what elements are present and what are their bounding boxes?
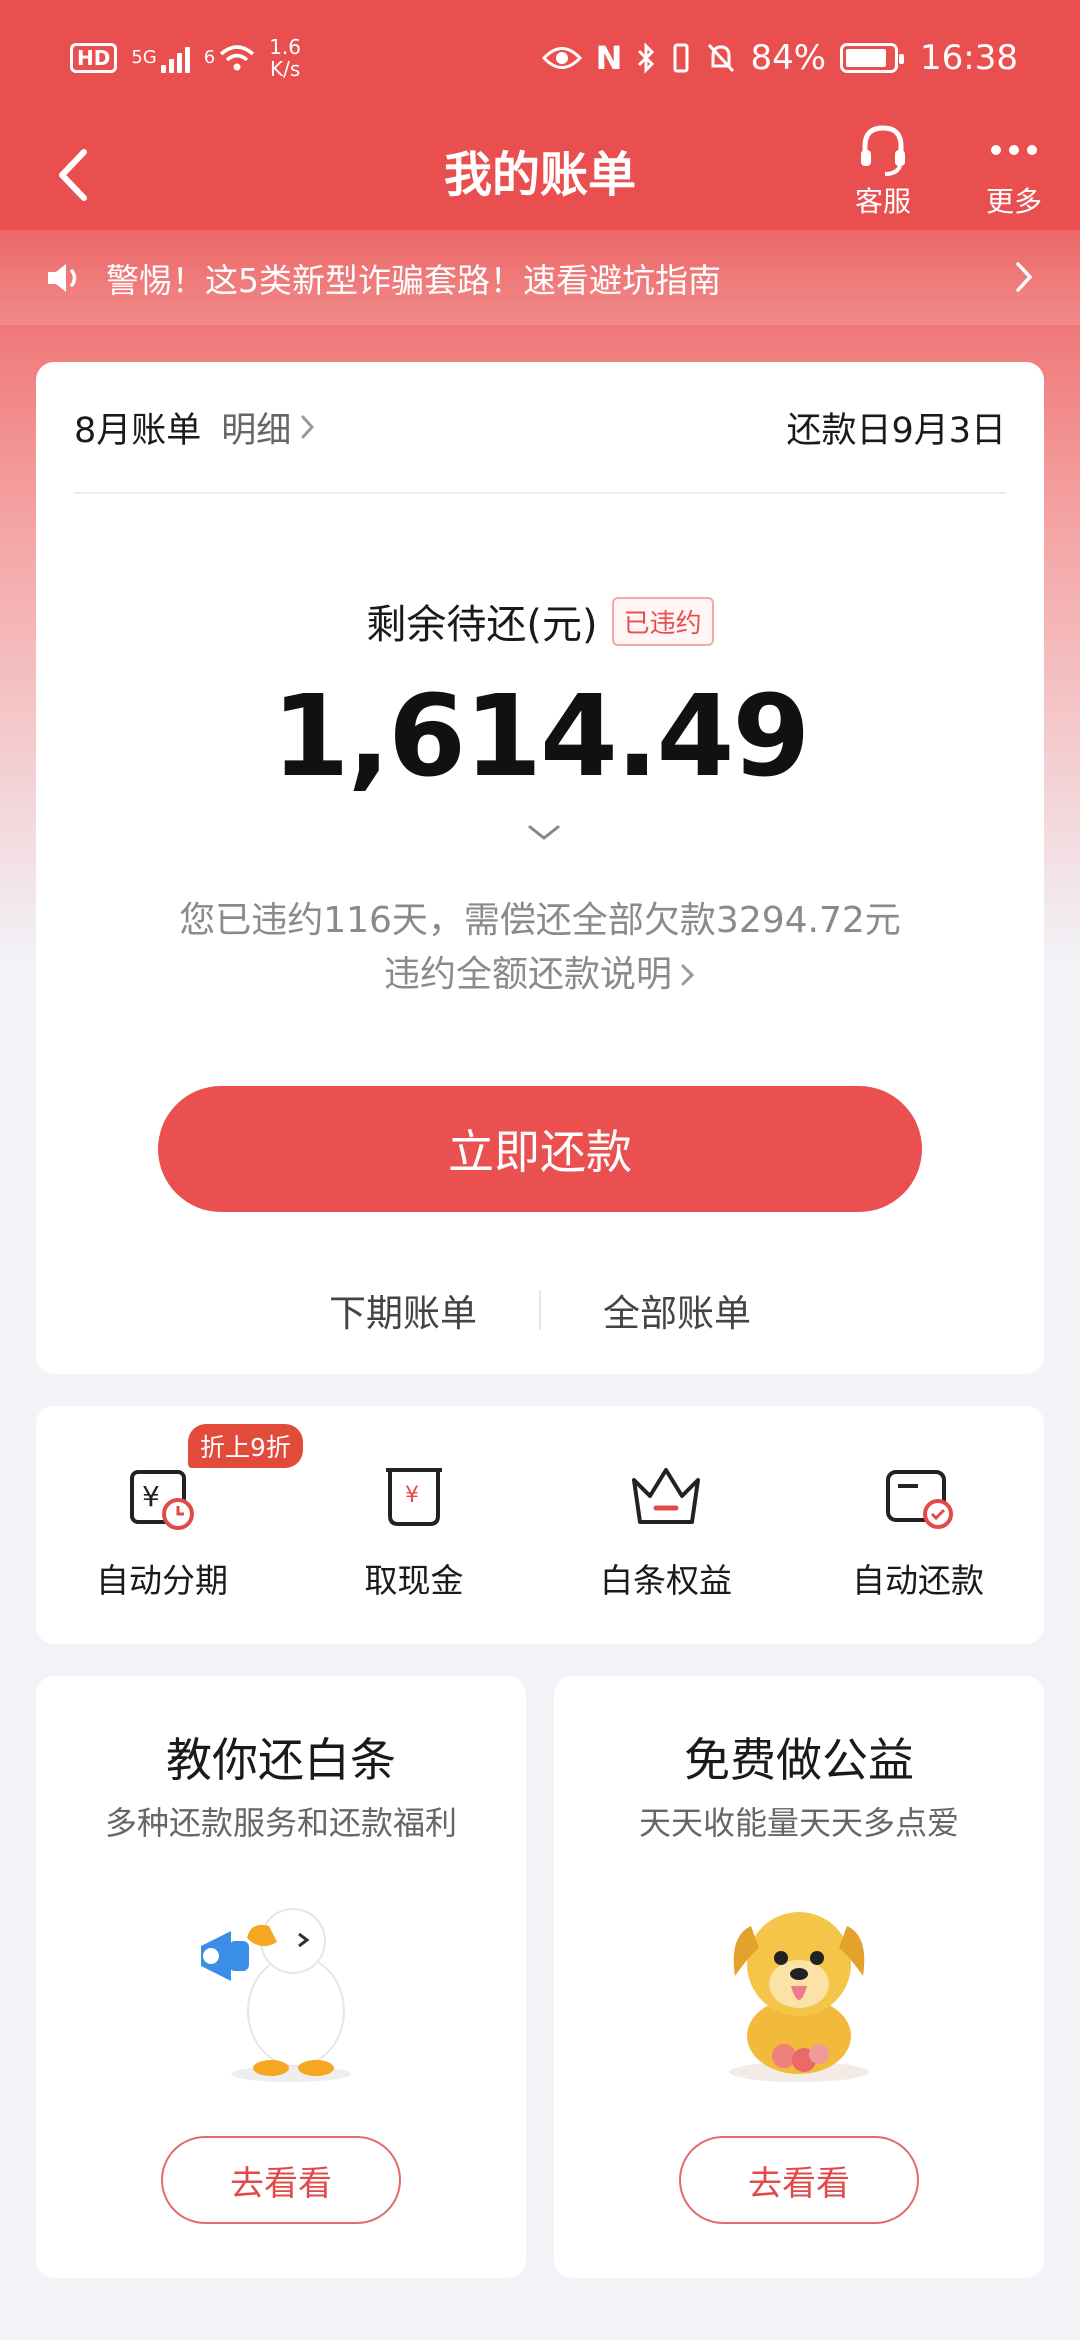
more-dots-icon bbox=[991, 145, 1037, 155]
promo-subtitle: 天天收能量天天多点爱 bbox=[638, 1804, 959, 1842]
status-bar: HD 5G 6 1.6 K/s N 84% 16:38 bbox=[0, 0, 1080, 120]
dog-mascot-illustration bbox=[554, 1886, 1044, 2086]
nfc-icon: N bbox=[595, 39, 623, 77]
quick-action-label: 白条权益 bbox=[600, 1561, 732, 1600]
speaker-icon bbox=[48, 263, 77, 292]
crown-icon bbox=[632, 1468, 700, 1524]
wifi-icon bbox=[220, 45, 255, 71]
next-bill-link[interactable]: 下期账单 bbox=[329, 1283, 477, 1337]
status-badge: 已违约 bbox=[611, 596, 714, 646]
discount-badge: 折上9折 bbox=[188, 1424, 303, 1468]
hd-badge: HD bbox=[70, 43, 118, 73]
wifi-tag: 6 bbox=[203, 47, 216, 68]
more-button[interactable]: 更多 bbox=[964, 120, 1064, 220]
pay-now-button[interactable]: 立即还款 bbox=[158, 1086, 922, 1212]
remaining-label: 剩余待还(元) bbox=[366, 602, 598, 648]
quick-actions: 折上9折 ¥ 自动分期 ¥ 取现金 白条权益 自动还款 bbox=[36, 1406, 1044, 1644]
battery-percent: 84% bbox=[750, 38, 827, 78]
divider bbox=[539, 1290, 541, 1330]
eye-icon bbox=[541, 47, 582, 69]
duck-megaphone-illustration bbox=[36, 1886, 526, 2086]
due-date: 还款日9月3日 bbox=[786, 410, 1006, 451]
promo-subtitle: 多种还款服务和还款福利 bbox=[104, 1804, 457, 1842]
cash-icon: ¥ bbox=[386, 1468, 442, 1526]
headset-icon bbox=[861, 125, 905, 176]
bill-detail-link[interactable]: 明细 bbox=[221, 402, 317, 453]
quick-action-cash[interactable]: ¥ 取现金 bbox=[288, 1406, 540, 1644]
installment-icon: ¥ bbox=[130, 1470, 194, 1530]
bluetooth-icon bbox=[638, 42, 655, 74]
chevron-right-icon bbox=[681, 964, 695, 986]
remaining-amount: 1,614.49 bbox=[271, 672, 811, 802]
bill-detail-label: 明细 bbox=[221, 410, 292, 451]
all-bills-link[interactable]: 全部账单 bbox=[603, 1283, 751, 1337]
signal-icon bbox=[160, 43, 190, 73]
nav-bar: 我的账单 客服 更多 bbox=[0, 120, 1080, 230]
bill-links: 下期账单 全部账单 bbox=[36, 1270, 1044, 1350]
remaining-row: 剩余待还(元) 已违约 bbox=[36, 592, 1044, 650]
overdue-link-label: 违约全额还款说明 bbox=[383, 954, 672, 995]
quick-action-benefits[interactable]: 白条权益 bbox=[540, 1406, 792, 1644]
bill-card: 8月账单 明细 还款日9月3日 剩余待还(元) 已违约 1,614.49 您已违… bbox=[36, 362, 1044, 1374]
more-label: 更多 bbox=[985, 185, 1042, 218]
overdue-info: 您已违约116天，需偿还全部欠款3294.72元 违约全额还款说明 bbox=[36, 894, 1044, 1002]
promo-card-repay-guide[interactable]: 教你还白条 多种还款服务和还款福利 去看看 bbox=[36, 1676, 526, 2278]
chevron-right-icon bbox=[301, 415, 315, 439]
quick-action-label: 自动还款 bbox=[852, 1561, 984, 1600]
chevron-right-icon bbox=[1016, 262, 1033, 292]
bill-month: 8月账单 bbox=[74, 410, 202, 451]
fraud-notice-banner[interactable]: 警惕！这5类新型诈骗套路！速看避坑指南 bbox=[0, 230, 1080, 325]
clock: 16:38 bbox=[920, 38, 1018, 78]
expand-toggle[interactable] bbox=[526, 822, 562, 848]
overdue-explanation-link[interactable]: 违约全额还款说明 bbox=[384, 948, 696, 1002]
notice-text: 警惕！这5类新型诈骗套路！速看避坑指南 bbox=[106, 260, 721, 300]
quick-action-label: 取现金 bbox=[364, 1561, 464, 1600]
promo-title: 免费做公益 bbox=[684, 1733, 914, 1787]
overdue-message: 您已违约116天，需偿还全部欠款3294.72元 bbox=[179, 900, 901, 941]
svg-text:¥: ¥ bbox=[142, 1480, 160, 1513]
quick-action-label: 自动分期 bbox=[96, 1561, 228, 1600]
vibrate-icon bbox=[673, 43, 689, 73]
promo-title: 教你还白条 bbox=[166, 1733, 396, 1787]
auto-repay-icon bbox=[886, 1470, 953, 1529]
battery-icon bbox=[840, 43, 905, 73]
svg-text:¥: ¥ bbox=[405, 1483, 419, 1508]
bill-header: 8月账单 明细 还款日9月3日 bbox=[74, 362, 1006, 494]
customer-service-button[interactable]: 客服 bbox=[833, 120, 933, 220]
customer-service-label: 客服 bbox=[854, 185, 911, 218]
promo-view-button[interactable]: 去看看 bbox=[679, 2136, 919, 2224]
network-speed: 1.6 K/s bbox=[269, 35, 302, 81]
quick-action-auto-repay[interactable]: 自动还款 bbox=[792, 1406, 1044, 1644]
network-type: 5G bbox=[131, 47, 157, 68]
chevron-down-icon bbox=[528, 825, 560, 840]
quick-action-auto-installment[interactable]: 折上9折 ¥ 自动分期 bbox=[36, 1406, 303, 1644]
promo-view-button[interactable]: 去看看 bbox=[161, 2136, 401, 2224]
promo-card-charity[interactable]: 免费做公益 天天收能量天天多点爱 去看看 bbox=[554, 1676, 1044, 2278]
mute-bell-icon bbox=[708, 43, 735, 73]
